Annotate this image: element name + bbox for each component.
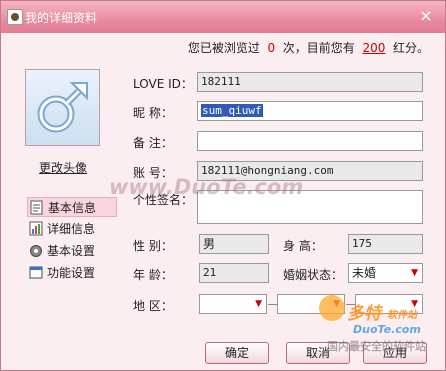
gear-icon xyxy=(30,245,42,257)
marital-select[interactable]: 未婚 ▼ xyxy=(348,263,423,283)
marital-label: 婚姻状态： xyxy=(283,268,344,282)
nav-label: 详细信息 xyxy=(47,222,96,236)
district-select[interactable]: ▼ xyxy=(355,294,423,314)
gender-label: 性 别： xyxy=(133,239,173,253)
note-label: 备 注： xyxy=(133,136,173,150)
region-separator xyxy=(268,304,277,305)
account-label: 账 号： xyxy=(133,166,173,180)
province-select[interactable]: ▼ xyxy=(199,294,267,314)
nav-label: 基本信息 xyxy=(48,201,97,215)
title-bar[interactable]: 我的详细资料 × xyxy=(1,1,445,33)
nickname-value: sum_qiuwf xyxy=(201,104,263,117)
info-suffix: 红分。 xyxy=(392,41,429,55)
male-symbol-icon xyxy=(37,82,88,133)
nickname-label: 昵 称： xyxy=(133,106,173,120)
app-icon xyxy=(7,9,23,25)
love-id-label: LOVE ID： xyxy=(133,77,193,91)
profile-window: 我的详细资料 × 您已被浏览过 0 次，目前您有 200 红分。 更改头像 基本… xyxy=(0,0,446,371)
window-icon xyxy=(29,266,43,279)
info-prefix: 您已被浏览过 xyxy=(187,41,260,55)
nav-basic-info[interactable]: 基本信息 xyxy=(27,197,117,217)
watermark-url: DuoTe.com xyxy=(353,323,421,336)
height-label: 身 高： xyxy=(283,239,323,253)
dropdown-arrow-icon: ▼ xyxy=(333,299,340,309)
nav-label: 功能设置 xyxy=(47,266,96,280)
city-select[interactable]: ▼ xyxy=(277,294,345,314)
age-label: 年 龄： xyxy=(133,268,173,282)
age-field[interactable]: 21 xyxy=(199,263,269,283)
avatar[interactable] xyxy=(25,69,100,146)
info-mid: 次，目前您有 xyxy=(282,41,355,55)
dropdown-arrow-icon: ▼ xyxy=(255,299,262,309)
nav-basic-settings[interactable]: 基本设置 xyxy=(27,241,117,261)
change-avatar-link[interactable]: 更改头像 xyxy=(39,159,87,176)
ok-button[interactable]: 确定 xyxy=(205,342,269,364)
close-button[interactable]: × xyxy=(417,7,435,25)
nav-function-settings[interactable]: 功能设置 xyxy=(27,263,117,283)
browse-info: 您已被浏览过 0 次，目前您有 200 红分。 xyxy=(188,39,429,56)
nickname-field[interactable]: sum_qiuwf xyxy=(197,101,423,121)
window-title: 我的详细资料 xyxy=(25,11,98,25)
chart-icon xyxy=(29,221,43,236)
dropdown-arrow-icon: ▼ xyxy=(411,299,418,309)
signature-label: 个性签名： xyxy=(133,193,194,207)
nav-detail-info[interactable]: 详细信息 xyxy=(27,219,117,239)
nav-label: 基本设置 xyxy=(47,244,96,258)
region-label: 地 区： xyxy=(133,299,173,313)
gender-field[interactable]: 男 xyxy=(199,234,269,254)
content-area: 您已被浏览过 0 次，目前您有 200 红分。 更改头像 基本信息 详细信息 基… xyxy=(1,33,445,370)
love-id-field[interactable]: 182111 xyxy=(197,72,423,92)
view-count: 0 xyxy=(267,41,276,55)
document-icon xyxy=(30,200,43,215)
note-field[interactable] xyxy=(197,131,423,151)
account-field[interactable]: 182111@hongniang.com xyxy=(197,161,423,181)
signature-field[interactable] xyxy=(197,190,423,224)
region-separator xyxy=(346,304,355,305)
cancel-button[interactable]: 取消 xyxy=(286,342,350,364)
red-points-link[interactable]: 200 xyxy=(362,41,385,55)
marital-value: 未婚 xyxy=(352,266,377,280)
dropdown-arrow-icon: ▼ xyxy=(411,268,418,278)
apply-button[interactable]: 应用 xyxy=(363,342,427,364)
height-field[interactable]: 175 xyxy=(348,234,423,254)
